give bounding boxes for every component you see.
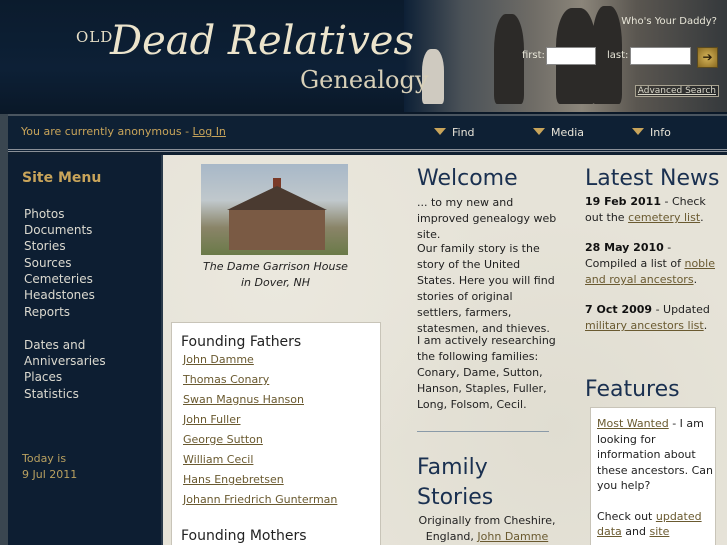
sidebar-title: Site Menu xyxy=(22,170,102,186)
founding-fathers-box: Founding Fathers John Damme Thomas Conar… xyxy=(171,322,381,545)
news-period: . xyxy=(693,273,698,286)
ancestor-link[interactable]: George Sutton xyxy=(183,433,263,446)
login-link[interactable]: Log In xyxy=(193,125,226,138)
sidebar-item-stories[interactable]: Stories xyxy=(24,239,66,253)
military-ancestors-link[interactable]: military ancestors list xyxy=(585,319,704,332)
john-damme-link[interactable]: John Damme xyxy=(477,530,548,543)
news-period: . xyxy=(700,211,704,224)
boy-figure xyxy=(494,14,524,104)
updated-data-feature: Check out updated data and site xyxy=(597,509,715,540)
dropdown-triangle-icon xyxy=(533,128,545,135)
news-date: 19 Feb 2011 xyxy=(585,195,661,208)
logo-title: Dead Relatives xyxy=(110,18,415,64)
sidebar-item-cemeteries[interactable]: Cemeteries xyxy=(24,272,93,286)
today-date: 9 Jul 2011 xyxy=(22,468,78,481)
news-item: 19 Feb 2011 - Check out the cemetery lis… xyxy=(585,194,725,226)
latest-news-title: Latest News xyxy=(585,166,720,191)
sidebar-item-photos[interactable]: Photos xyxy=(24,207,64,221)
site-header: OLD Dead Relatives Genealogy Who's Your … xyxy=(0,0,727,114)
caption-line-1: The Dame Garrison House xyxy=(203,260,348,273)
ancestor-link[interactable]: Swan Magnus Hanson xyxy=(183,393,304,406)
news-date: 28 May 2010 xyxy=(585,241,664,254)
sidebar-item-reports[interactable]: Reports xyxy=(24,305,70,319)
sidebar-item-headstones[interactable]: Headstones xyxy=(24,288,95,302)
news-text: - Updated xyxy=(655,303,710,316)
site-link[interactable]: site xyxy=(649,525,669,538)
menu-media[interactable]: Media xyxy=(533,126,584,139)
house-photo[interactable] xyxy=(201,164,348,255)
dropdown-triangle-icon xyxy=(434,128,446,135)
founding-fathers-title: Founding Fathers xyxy=(181,334,302,350)
main-content: The Dame Garrison House in Dover, NH Fou… xyxy=(163,155,727,545)
family-stories-title-1: Family xyxy=(417,455,488,480)
features-box: Most Wanted - I am looking for informati… xyxy=(590,407,716,545)
family-stories-prefix: England, xyxy=(425,530,474,543)
first-name-label: first: xyxy=(522,50,545,61)
logo-subtitle: Genealogy xyxy=(300,66,429,94)
ancestor-link[interactable]: Johann Friedrich Gunterman xyxy=(183,493,337,506)
ancestor-link[interactable]: John Damme xyxy=(183,353,254,366)
family-stories-title-2: Stories xyxy=(417,485,494,510)
check-out-text: Check out xyxy=(597,509,653,523)
welcome-title: Welcome xyxy=(417,166,518,191)
anonymous-text: You are currently anonymous xyxy=(21,125,182,138)
sidebar-item-places[interactable]: Places xyxy=(24,370,62,384)
advanced-search-link[interactable]: Advanced Search xyxy=(634,85,719,97)
founding-mothers-title: Founding Mothers xyxy=(181,528,307,544)
today-label: Today is xyxy=(22,452,67,465)
nav-bar: You are currently anonymous - Log In Fin… xyxy=(8,114,727,152)
menu-info[interactable]: Info xyxy=(632,126,671,139)
ancestor-link[interactable]: Thomas Conary xyxy=(183,373,269,386)
menu-media-label: Media xyxy=(551,126,585,139)
photo-caption: The Dame Garrison House in Dover, NH xyxy=(193,259,358,291)
dropdown-triangle-icon xyxy=(632,128,644,135)
and-text: and xyxy=(625,525,646,538)
most-wanted-link[interactable]: Most Wanted xyxy=(597,417,669,430)
search-tagline: Who's Your Daddy? xyxy=(621,16,717,27)
most-wanted-feature: Most Wanted - I am looking for informati… xyxy=(597,416,715,494)
logo-old: OLD xyxy=(76,28,114,46)
news-item: 28 May 2010 - Compiled a list of noble a… xyxy=(585,240,725,288)
sidebar-item-sources[interactable]: Sources xyxy=(24,256,71,270)
menu-find[interactable]: Find xyxy=(434,126,475,139)
ancestor-link[interactable]: John Fuller xyxy=(183,413,241,426)
caption-line-2: in Dover, NH xyxy=(240,276,310,289)
menu-info-label: Info xyxy=(650,126,671,139)
features-title: Features xyxy=(585,377,680,402)
sidebar-item-documents[interactable]: Documents xyxy=(24,223,92,237)
login-status: You are currently anonymous - Log In xyxy=(21,125,226,138)
house-wall xyxy=(229,210,325,250)
sidebar-item-dates[interactable]: Dates and xyxy=(24,338,85,352)
separator: - xyxy=(185,125,190,138)
column-divider xyxy=(417,431,549,432)
news-period: . xyxy=(703,319,708,332)
first-name-input[interactable] xyxy=(546,47,596,65)
menu-find-label: Find xyxy=(452,126,475,139)
sidebar-item-anniversaries[interactable]: Anniversaries xyxy=(24,354,106,368)
family-stories-title: Family Stories xyxy=(417,453,493,513)
left-edge xyxy=(0,114,8,545)
welcome-intro: ... to my new and improved genealogy web… xyxy=(417,196,557,241)
news-date: 7 Oct 2009 xyxy=(585,303,653,316)
sidebar-item-statistics[interactable]: Statistics xyxy=(24,387,79,401)
ancestor-link[interactable]: William Cecil xyxy=(183,453,253,466)
ancestor-link[interactable]: Hans Engebretsen xyxy=(183,473,284,486)
house-roof xyxy=(227,186,327,210)
family-stories-line-2: England, John Damme xyxy=(417,529,557,545)
welcome-story: Our family story is the story of the Uni… xyxy=(417,242,555,335)
last-name-label: last: xyxy=(607,50,629,61)
family-stories-text: Originally from Cheshire, England, John … xyxy=(417,513,557,545)
cemetery-list-link[interactable]: cemetery list xyxy=(628,211,700,224)
last-name-input[interactable] xyxy=(630,47,691,65)
sidebar: Site Menu Photos Documents Stories Sourc… xyxy=(8,155,163,545)
welcome-research: I am actively researching the following … xyxy=(417,334,556,411)
arrow-icon: ➔ xyxy=(702,50,713,64)
family-stories-line-1: Originally from Cheshire, xyxy=(418,514,556,527)
news-item: 7 Oct 2009 - Updated military ancestors … xyxy=(585,302,725,334)
search-go-button[interactable]: ➔ xyxy=(697,47,718,68)
